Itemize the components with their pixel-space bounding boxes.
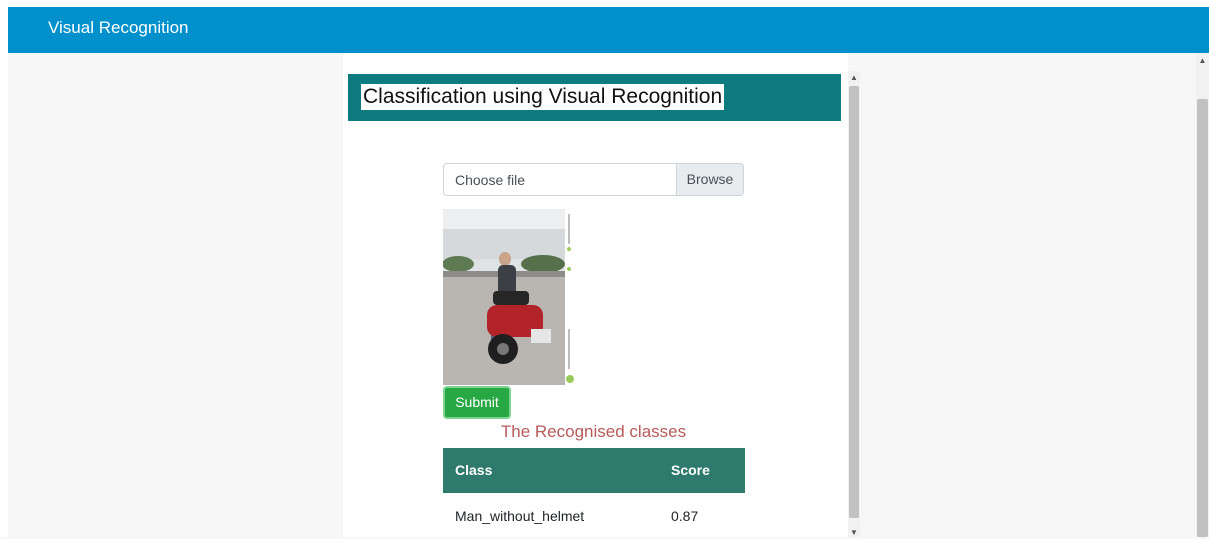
table-row: Man_without_helmet 0.87 bbox=[443, 493, 745, 539]
results-heading: The Recognised classes bbox=[500, 422, 687, 441]
image-preview bbox=[442, 209, 575, 385]
page-title: Classification using Visual Recognition bbox=[361, 84, 725, 110]
navbar-brand[interactable]: Visual Recognition bbox=[48, 17, 189, 39]
motorcycle-photo-thumbnail bbox=[442, 209, 575, 385]
top-navbar: Visual Recognition bbox=[8, 7, 1209, 53]
column-header-score: Score bbox=[671, 462, 710, 478]
results-table: Class Score Man_without_helmet 0.87 bbox=[443, 448, 745, 539]
page-scrollbar[interactable]: ▲ bbox=[1196, 53, 1209, 537]
results-table-header: Class Score bbox=[443, 448, 745, 493]
cell-score: 0.87 bbox=[671, 508, 699, 524]
submit-button[interactable]: Submit bbox=[443, 386, 511, 419]
panel-scrollbar[interactable]: ▲ ▼ bbox=[848, 71, 860, 537]
page-scroll-up-arrow-icon[interactable]: ▲ bbox=[1196, 56, 1209, 66]
page-header: Classification using Visual Recognition bbox=[348, 74, 841, 121]
file-chooser[interactable]: Choose file Browse bbox=[443, 163, 744, 196]
left-gutter bbox=[0, 7, 8, 537]
browse-button[interactable]: Browse bbox=[676, 164, 743, 195]
scroll-up-arrow-icon[interactable]: ▲ bbox=[848, 73, 860, 83]
column-header-class: Class bbox=[455, 462, 493, 478]
cell-class: Man_without_helmet bbox=[455, 508, 585, 524]
file-chooser-label: Choose file bbox=[455, 172, 526, 188]
panel-scrollbar-thumb[interactable] bbox=[849, 86, 859, 518]
page-scrollbar-thumb[interactable] bbox=[1197, 99, 1208, 537]
browser-top-strip bbox=[0, 0, 1209, 7]
